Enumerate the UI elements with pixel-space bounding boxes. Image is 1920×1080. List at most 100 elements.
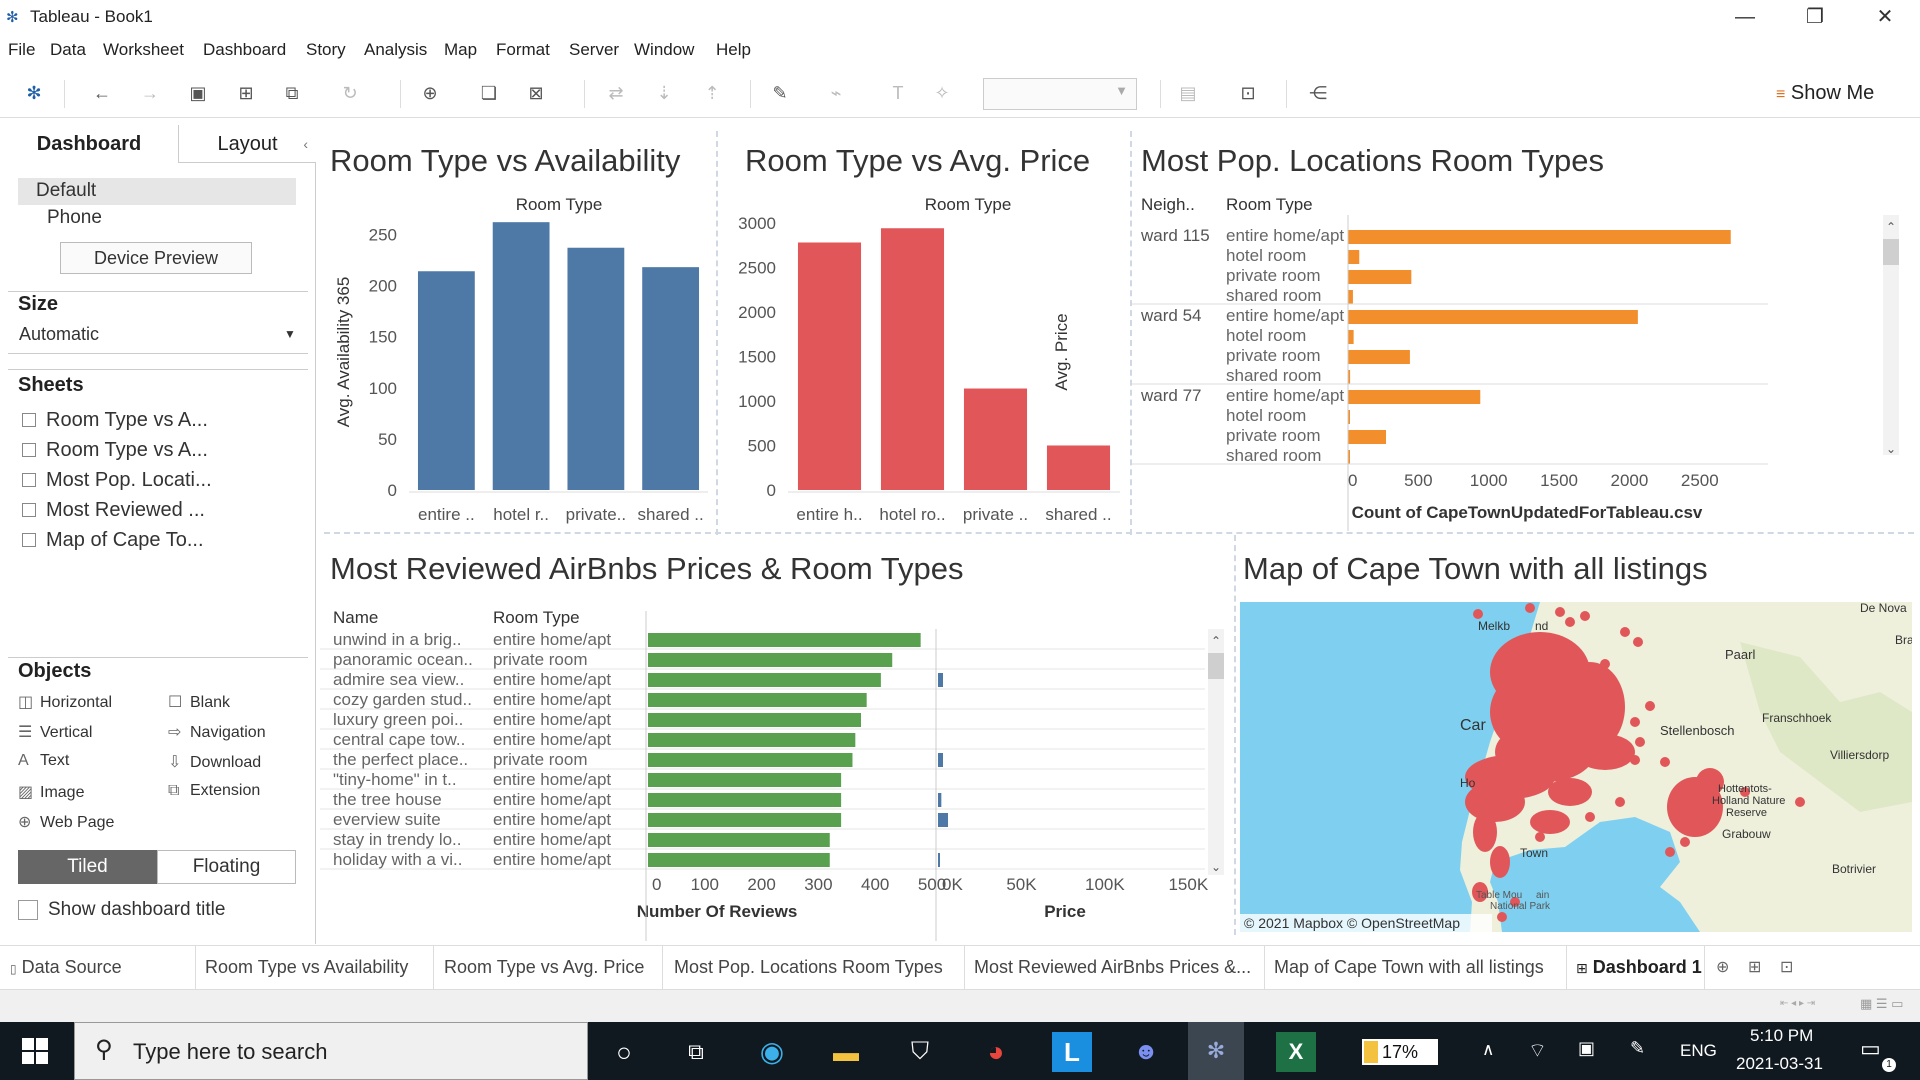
file-explorer-icon[interactable]: ▬ [826,1032,866,1072]
new-worksheet-icon[interactable]: ⊕ [418,83,442,104]
tableau-taskbar-icon[interactable]: ✻ [1188,1022,1244,1080]
notifications-icon[interactable]: ▭ [1860,1036,1881,1062]
tab-sheet-price[interactable]: Room Type vs Avg. Price [444,957,644,978]
sheet-item[interactable]: Most Pop. Locati... [22,469,212,492]
new-worksheet-tab-icon[interactable]: ⊕ [1716,957,1729,977]
object-extension[interactable]: ⧉ Extension [168,782,260,800]
reviews-panel[interactable]: Most Reviewed AirBnbs Prices & Room Type… [320,535,1232,941]
language-indicator[interactable]: ENG [1680,1041,1717,1061]
cortana-icon[interactable]: ○ [604,1032,644,1072]
duplicate-icon[interactable]: ❏ [477,83,501,104]
clock-date[interactable]: 2021-03-31 [1736,1054,1823,1074]
menu-worksheet[interactable]: Worksheet [103,40,184,60]
tab-sheet-availability[interactable]: Room Type vs Availability [205,957,408,978]
tab-nav-icon[interactable]: ⇤ ◂ ▸ ⇥ [1780,998,1815,1009]
clock-time[interactable]: 5:10 PM [1750,1026,1813,1046]
new-dashboard-tab-icon[interactable]: ⊞ [1748,957,1761,977]
show-me-button[interactable]: ≡ Show Me [1776,82,1874,105]
show-cards-icon[interactable]: ▤ [1176,83,1200,104]
fit-dropdown[interactable]: ▼ [983,78,1137,110]
menu-help[interactable]: Help [716,40,751,60]
network-icon[interactable]: ⌔ [1528,1038,1547,1063]
floating-button[interactable]: Floating [157,850,296,884]
locations-panel[interactable]: Most Pop. Locations Room Types Neigh.. R… [1132,127,1915,531]
object-download[interactable]: ⇩ Download [168,752,261,772]
discord-icon[interactable]: ☻ [1126,1032,1166,1072]
tab-sheet-locations[interactable]: Most Pop. Locations Room Types [674,957,943,978]
collapse-chevron-icon[interactable]: ‹ [303,125,308,163]
map-panel[interactable]: Map of Cape Town with all listings De No… [1236,535,1916,941]
lync-icon[interactable]: L [1052,1032,1092,1072]
object-navigation[interactable]: ⇨ Navigation [168,722,266,742]
menu-format[interactable]: Format [496,40,550,60]
labels-icon[interactable]: T [886,83,910,104]
new-datasource-icon[interactable]: ⊞ [234,83,258,104]
power-icon[interactable]: ▣ [1578,1038,1595,1059]
object-blank[interactable]: ☐ Blank [168,692,230,712]
search-input[interactable]: Type here to search [133,1039,327,1065]
excel-icon[interactable]: X [1276,1032,1316,1072]
presentation-icon[interactable]: ⊡ [1236,83,1260,104]
pen-icon[interactable]: ✎ [1630,1038,1645,1059]
save-icon[interactable]: ▣ [186,83,210,104]
tab-layout[interactable]: Layout ‹ [178,125,316,163]
cape-town-map[interactable]: De Nova Melkb nd Paarl Bra Franschhoek C… [1240,602,1912,932]
task-view-icon[interactable]: ⧉ [676,1032,716,1072]
tab-data-source[interactable]: ▯ Data Source [10,957,122,978]
tab-dashboard[interactable]: Dashboard [0,125,178,163]
price-panel[interactable]: Room Type vs Avg. Price Room Type Avg. P… [718,127,1130,531]
show-title-checkbox[interactable] [18,900,38,920]
sheet-item[interactable]: Most Reviewed ... [22,499,205,522]
undo-icon[interactable]: ← [90,83,114,104]
device-preview-button[interactable]: Device Preview [60,242,252,274]
sheet-item[interactable]: Room Type vs A... [22,439,208,462]
sort-desc-icon[interactable]: ⇡ [700,83,724,104]
refresh-icon[interactable]: ↻ [338,83,362,104]
sheet-item[interactable]: Room Type vs A... [22,409,208,432]
taskbar-search[interactable]: ⚲ Type here to search [74,1022,588,1080]
object-web-page[interactable]: ⊕ Web Page [18,812,114,832]
sort-asc-icon[interactable]: ⇣ [652,83,676,104]
battery-indicator[interactable]: 17% [1362,1039,1438,1065]
view-toggle-icon[interactable]: ▦ ☰ ▭ [1860,996,1903,1012]
menu-server[interactable]: Server [569,40,619,60]
new-story-tab-icon[interactable]: ⊡ [1780,957,1793,977]
clear-icon[interactable]: ⊠ [524,83,548,104]
edge-icon[interactable]: ◉ [752,1032,792,1072]
close-icon[interactable]: ✕ [1850,2,1920,32]
redo-icon[interactable]: → [138,83,162,104]
restore-icon[interactable]: ❐ [1780,2,1850,32]
pause-updates-icon[interactable]: ⧉ [280,83,304,104]
chrome-icon[interactable]: ◕ [976,1032,1016,1072]
object-horizontal[interactable]: ◫ Horizontal [18,692,112,712]
menu-analysis[interactable]: Analysis [364,40,427,60]
object-vertical[interactable]: ☰ Vertical [18,722,92,742]
tableau-home-icon[interactable]: ✻ [22,83,46,104]
device-phone[interactable]: Phone [47,207,102,229]
fix-axes-icon[interactable]: ✧ [930,83,954,104]
menu-story[interactable]: Story [306,40,346,60]
share-icon[interactable]: ⋲ [1306,83,1330,104]
highlight-icon[interactable]: ✎ [768,83,792,104]
object-text[interactable]: A Text [18,752,69,770]
group-icon[interactable]: ⌁ [824,83,848,104]
menu-map[interactable]: Map [444,40,477,60]
object-image[interactable]: ▨ Image [18,782,84,802]
tiled-button[interactable]: Tiled [18,850,157,884]
device-default[interactable]: Default [36,180,96,202]
tab-sheet-map[interactable]: Map of Cape Town with all listings [1274,957,1544,978]
tray-chevron-icon[interactable]: ∧ [1482,1040,1494,1060]
menu-file[interactable]: File [8,40,35,60]
tab-sheet-reviews[interactable]: Most Reviewed AirBnbs Prices &... [974,957,1251,978]
minimize-icon[interactable]: — [1710,2,1780,32]
menu-data[interactable]: Data [50,40,86,60]
menu-dashboard[interactable]: Dashboard [203,40,286,60]
size-select[interactable]: Automatic [19,324,99,345]
sheet-item[interactable]: Map of Cape To... [22,529,204,552]
swap-icon[interactable]: ⇄ [604,83,628,104]
size-chevron-icon[interactable]: ▼ [284,327,296,341]
store-icon[interactable]: ⛉ [900,1032,940,1072]
availability-panel[interactable]: Room Type vs Availability Room Type Avg.… [320,127,716,531]
tab-dashboard-1[interactable]: ⊞ Dashboard 1 [1576,957,1702,978]
menu-window[interactable]: Window [634,40,694,60]
